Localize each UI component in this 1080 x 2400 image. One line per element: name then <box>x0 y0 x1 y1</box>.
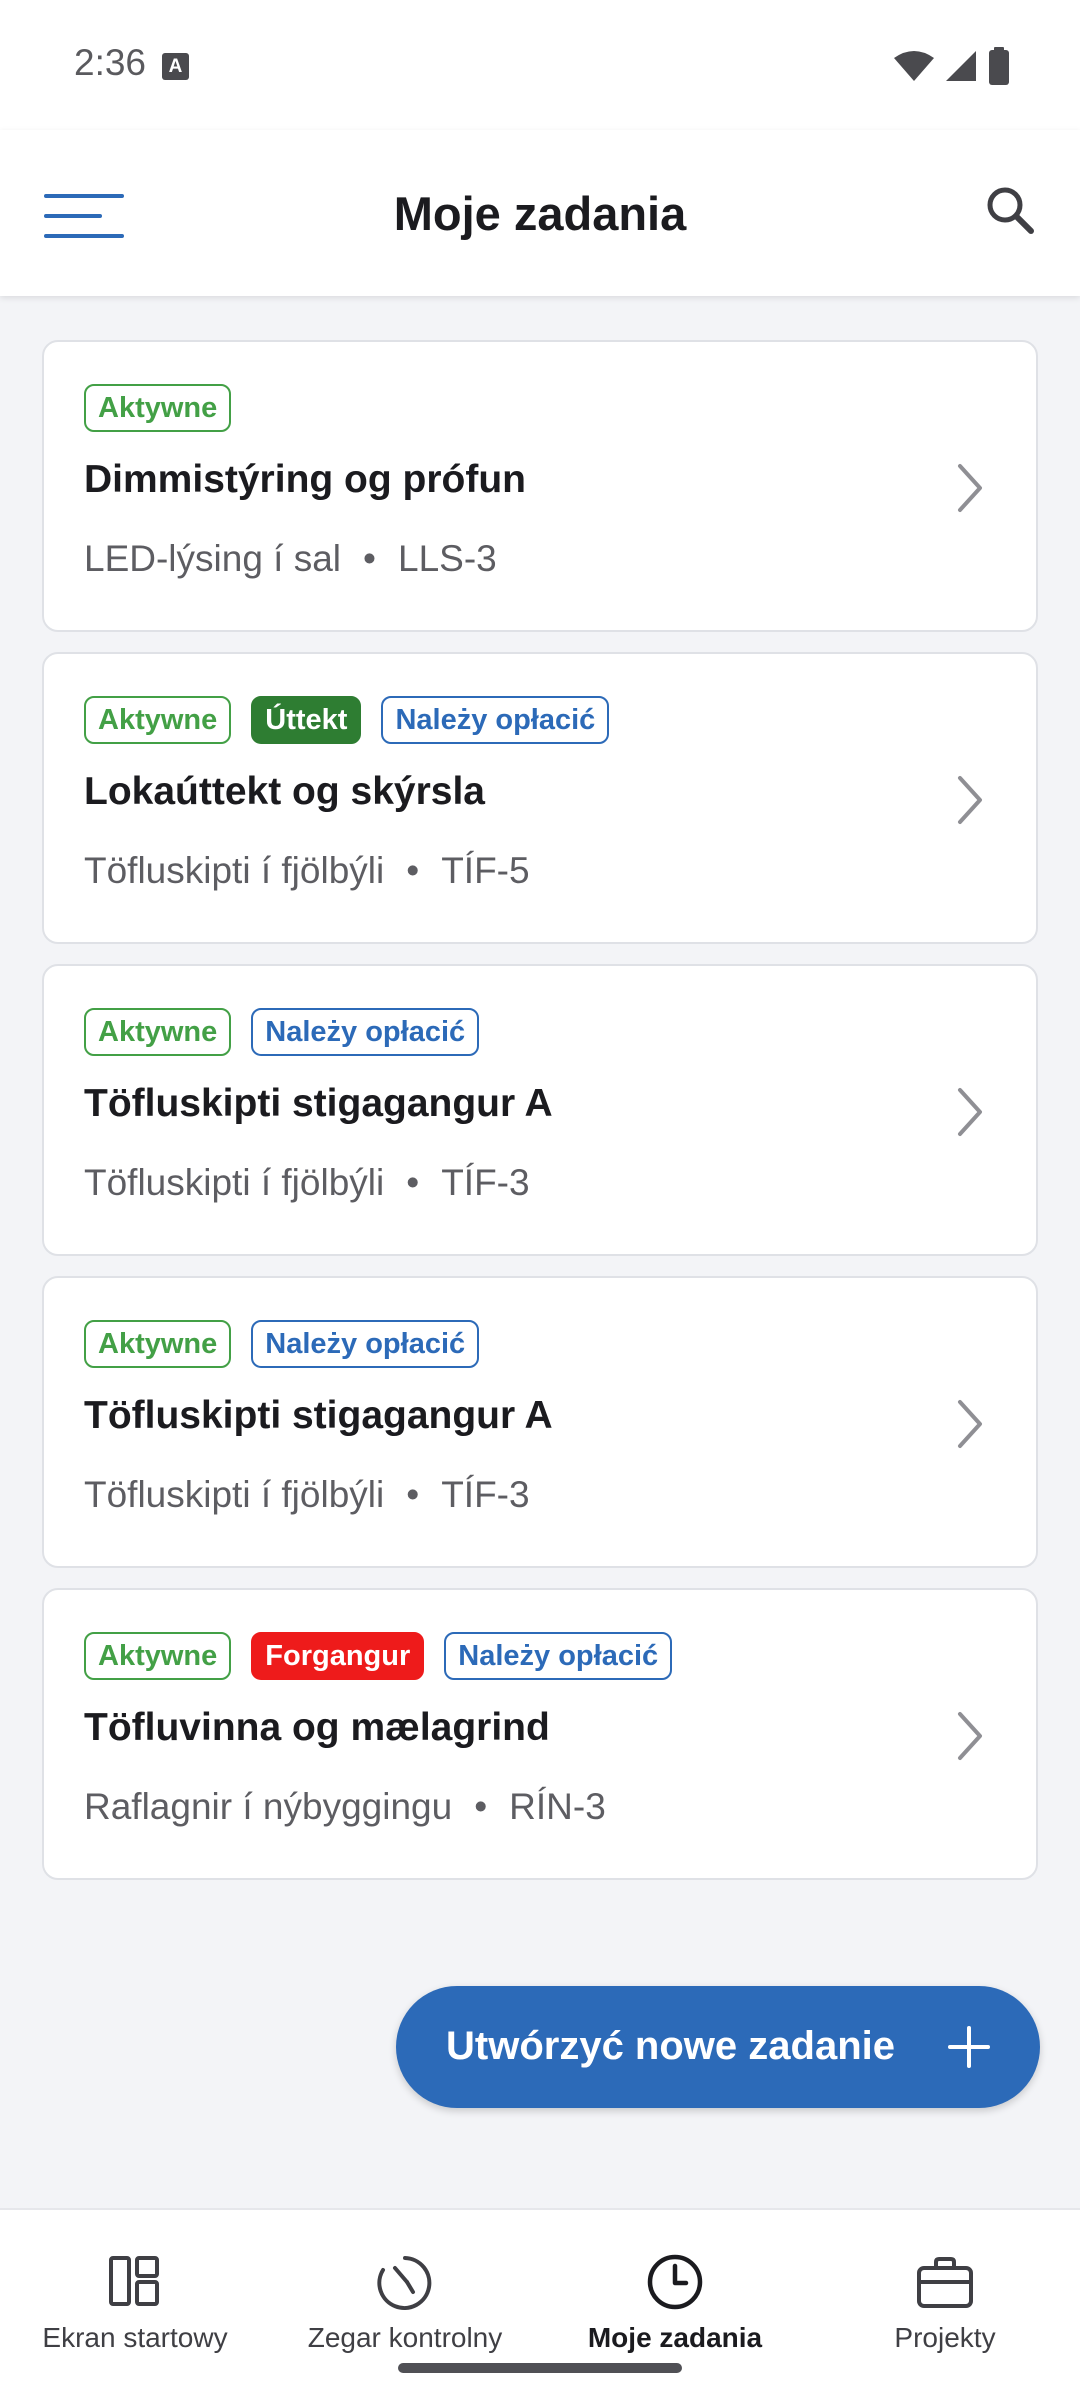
task-title: Dimmistýring og prófun <box>84 458 526 501</box>
status-badge: Należy opłacić <box>444 1632 673 1680</box>
task-title: Lokaúttekt og skýrsla <box>84 770 485 813</box>
subtitle-separator: • <box>406 850 420 891</box>
status-badge: Aktywne <box>84 384 232 432</box>
task-badges: Aktywne Należy opłacić <box>84 1008 480 1056</box>
nav-item-projekty[interactable]: Projekty <box>810 2210 1080 2400</box>
task-project: Töfluskipti í fjölbýli <box>84 1474 385 1515</box>
task-badges: Aktywne Úttekt Należy opłacić <box>84 696 610 744</box>
signal-icon <box>946 51 976 81</box>
task-project: Töfluskipti í fjölbýli <box>84 1162 385 1203</box>
search-button[interactable] <box>978 178 1042 242</box>
status-badge: Úttekt <box>251 696 362 744</box>
status-time: 2:36 <box>74 42 147 83</box>
status-badge: Aktywne <box>84 1632 232 1680</box>
task-code: LLS-3 <box>398 538 497 579</box>
subtitle-separator: • <box>474 1786 488 1827</box>
clock-icon <box>647 2254 703 2310</box>
task-title: Töfluskipti stigagangur A <box>84 1394 553 1437</box>
dashboard-icon <box>109 2256 159 2306</box>
create-task-button[interactable]: Utwórzyć nowe zadanie <box>396 1986 1040 2108</box>
task-card[interactable]: Aktywne Należy opłacić Töfluskipti stigaga… <box>42 964 1038 1256</box>
nav-item-ekran-startowy[interactable]: Ekran startowy <box>0 2210 270 2400</box>
status-badge: Należy opłacić <box>381 696 610 744</box>
nav-label-projekty: Projekty <box>894 2322 996 2353</box>
chevron-right-icon <box>958 1088 982 1136</box>
status-bar: 2:36 A <box>0 0 1080 130</box>
wifi-icon <box>894 51 934 81</box>
status-badge: Aktywne <box>84 696 232 744</box>
plus-icon <box>948 2026 990 2068</box>
status-badge: Należy opłacić <box>251 1008 480 1056</box>
task-subtitle: Töfluskipti í fjölbýli • TÍF-3 <box>84 1474 530 1516</box>
task-badges: Aktywne Należy opłacić <box>84 1320 480 1368</box>
timer-clock-icon <box>377 2256 432 2310</box>
task-code: RÍN-3 <box>509 1786 606 1827</box>
chevron-right-icon <box>958 464 982 512</box>
task-badges: Aktywne <box>84 384 232 432</box>
chevron-right-icon <box>958 776 982 824</box>
subtitle-separator: • <box>363 538 376 579</box>
task-list: Aktywne Dimmistýring og prófun LED-lýsing … <box>42 340 1038 1900</box>
task-project: Raflagnir í nýbyggingu <box>84 1786 453 1827</box>
subtitle-separator: • <box>406 1474 420 1515</box>
a-notification-icon: A <box>162 53 189 80</box>
status-badge: Aktywne <box>84 1320 232 1368</box>
task-title: Töfluskipti stigagangur A <box>84 1082 553 1125</box>
chevron-right-icon <box>958 1400 982 1448</box>
briefcase-icon <box>917 2257 973 2308</box>
page-title: Moje zadania <box>393 187 687 240</box>
task-subtitle: LED-lýsing í sal • LLS-3 <box>84 538 497 580</box>
app-bar: Moje zadania <box>0 130 1080 296</box>
home-indicator[interactable] <box>398 2363 682 2373</box>
battery-icon <box>989 47 1009 85</box>
task-badges: Aktywne Forgangur Należy opłacić <box>84 1632 673 1680</box>
task-card[interactable]: Aktywne Úttekt Należy opłacić Lokaúttekt og… <box>42 652 1038 944</box>
task-subtitle: Raflagnir í nýbyggingu • RÍN-3 <box>84 1786 606 1828</box>
nav-label-zegar-kontrolny: Zegar kontrolny <box>307 2322 503 2353</box>
status-badge: Należy opłacić <box>251 1320 480 1368</box>
task-title: Töfluvinna og mælagrind <box>84 1706 550 1749</box>
subtitle-separator: • <box>406 1162 420 1203</box>
chevron-right-icon <box>958 1712 982 1760</box>
task-code: TÍF-3 <box>441 1474 530 1515</box>
status-badge: Aktywne <box>84 1008 232 1056</box>
search-icon <box>987 187 1034 234</box>
task-card[interactable]: Aktywne Należy opłacić Töfluskipti stigaga… <box>42 1276 1038 1568</box>
nav-label-ekran-startowy: Ekran startowy <box>42 2322 228 2353</box>
task-code: TÍF-5 <box>441 850 530 891</box>
task-project: LED-lýsing í sal <box>84 538 342 579</box>
status-badge: Forgangur <box>251 1632 425 1680</box>
task-card[interactable]: Aktywne Forgangur Należy opłacić Töfluvinna… <box>42 1588 1038 1880</box>
task-subtitle: Töfluskipti í fjölbýli • TÍF-5 <box>84 850 530 892</box>
task-card[interactable]: Aktywne Dimmistýring og prófun LED-lýsing … <box>42 340 1038 632</box>
task-code: TÍF-3 <box>441 1162 530 1203</box>
nav-label-moje-zadania: Moje zadania <box>587 2322 763 2353</box>
task-project: Töfluskipti í fjölbýli <box>84 850 385 891</box>
task-subtitle: Töfluskipti í fjölbýli • TÍF-3 <box>84 1162 530 1204</box>
status-icons <box>894 46 1010 86</box>
create-task-label: Utwórzyć nowe zadanie <box>446 2024 895 2068</box>
screen: 2:36 A Moje zadania Aktywne Dimmistýring… <box>0 0 1080 2400</box>
